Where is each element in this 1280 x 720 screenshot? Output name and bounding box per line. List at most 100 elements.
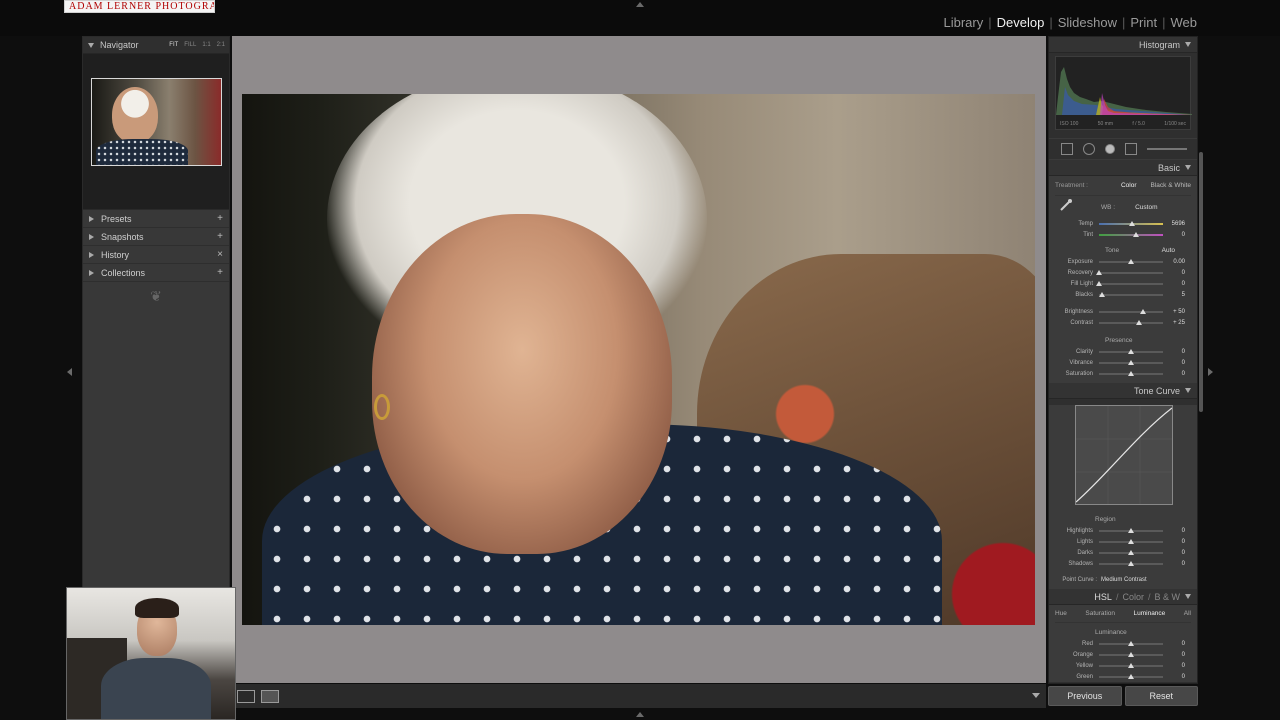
clear-history-button[interactable]: × [217, 249, 223, 260]
treatment-bw-button[interactable]: Black & White [1151, 182, 1191, 189]
eyedropper-icon[interactable] [1059, 198, 1073, 212]
main-photo[interactable] [242, 94, 1035, 625]
graduated-filter-tool-icon[interactable] [1125, 143, 1137, 155]
zoom-fill[interactable]: FILL [184, 42, 196, 48]
collections-section[interactable]: Collections + [83, 264, 229, 282]
module-slideshow[interactable]: Slideshow [1053, 15, 1122, 30]
module-develop[interactable]: Develop [992, 15, 1050, 30]
vibrance-value[interactable]: 0 [1163, 360, 1185, 366]
tab-luminance[interactable]: Luminance [1133, 610, 1165, 617]
vibrance-knob[interactable] [1128, 359, 1134, 365]
fill-light-slider[interactable] [1096, 280, 1163, 286]
clarity-slider[interactable] [1099, 348, 1163, 354]
navigator-thumbnail[interactable] [91, 78, 222, 166]
saturation-knob[interactable] [1128, 370, 1134, 376]
tone-curve-header[interactable]: Tone Curve [1049, 383, 1197, 399]
reset-button[interactable]: Reset [1124, 686, 1198, 706]
collapse-right-arrow-icon[interactable] [1208, 368, 1213, 376]
blacks-slider[interactable] [1099, 291, 1163, 297]
highlights-slider[interactable] [1099, 527, 1163, 533]
lights-slider[interactable] [1099, 538, 1163, 544]
shadows-slider[interactable] [1099, 560, 1163, 566]
collapse-left-arrow-icon[interactable] [67, 368, 72, 376]
shadows-knob[interactable] [1128, 560, 1134, 566]
adjustment-brush-slider-icon[interactable] [1147, 148, 1187, 150]
darks-value[interactable]: 0 [1163, 550, 1185, 556]
navigator-preview[interactable] [83, 54, 229, 210]
saturation-slider[interactable] [1099, 370, 1163, 376]
clarity-knob[interactable] [1128, 348, 1134, 354]
auto-tone-button[interactable]: Auto [1162, 247, 1175, 254]
toolbar-menu-arrow-icon[interactable] [1032, 693, 1040, 698]
bw-title[interactable]: B & W [1154, 592, 1180, 602]
clarity-value[interactable]: 0 [1163, 349, 1185, 355]
collapse-bottom-arrow-icon[interactable] [636, 712, 644, 717]
green-slider[interactable] [1099, 673, 1163, 679]
module-library[interactable]: Library [938, 15, 988, 30]
orange-value[interactable]: 0 [1163, 652, 1185, 658]
spot-removal-tool-icon[interactable] [1083, 143, 1095, 155]
green-value[interactable]: 0 [1163, 674, 1185, 680]
darks-knob[interactable] [1128, 549, 1134, 555]
tone-curve-graph[interactable] [1075, 405, 1173, 505]
collapse-top-arrow-icon[interactable] [636, 2, 644, 7]
blacks-value[interactable]: 5 [1163, 292, 1185, 298]
orange-slider[interactable] [1099, 651, 1163, 657]
add-collection-button[interactable]: + [217, 267, 223, 278]
add-snapshot-button[interactable]: + [217, 231, 223, 242]
navigator-header[interactable]: Navigator FIT FILL 1:1 2:1 [83, 37, 229, 54]
point-curve-dropdown[interactable]: Medium Contrast [1101, 577, 1147, 583]
zoom-1-1[interactable]: 1:1 [202, 42, 210, 48]
brightness-slider[interactable] [1099, 308, 1163, 314]
module-web[interactable]: Web [1166, 15, 1203, 30]
red-slider[interactable] [1099, 640, 1163, 646]
zoom-fit[interactable]: FIT [169, 42, 178, 48]
contrast-value[interactable]: + 25 [1163, 320, 1185, 326]
presets-section[interactable]: Presets + [83, 210, 229, 228]
tab-all[interactable]: All [1184, 610, 1191, 617]
brightness-knob[interactable] [1140, 308, 1147, 314]
previous-button[interactable]: Previous [1048, 686, 1122, 706]
lights-value[interactable]: 0 [1163, 539, 1185, 545]
yellow-knob[interactable] [1128, 662, 1134, 668]
temp-slider[interactable] [1099, 220, 1163, 226]
right-panel-scrollbar[interactable] [1199, 152, 1203, 412]
red-knob[interactable] [1128, 640, 1134, 646]
crop-tool-icon[interactable] [1061, 143, 1073, 155]
shadows-value[interactable]: 0 [1163, 561, 1185, 567]
tab-hue[interactable]: Hue [1055, 610, 1067, 617]
treatment-color-button[interactable]: Color [1121, 182, 1137, 189]
vibrance-slider[interactable] [1099, 359, 1163, 365]
color-title[interactable]: Color [1122, 592, 1144, 602]
basic-header[interactable]: Basic [1049, 160, 1197, 176]
zoom-2-1[interactable]: 2:1 [217, 42, 225, 48]
tint-value[interactable]: 0 [1163, 232, 1185, 238]
histogram-header[interactable]: Histogram [1049, 37, 1197, 53]
snapshots-section[interactable]: Snapshots + [83, 228, 229, 246]
add-preset-button[interactable]: + [217, 213, 223, 224]
recovery-slider[interactable] [1096, 269, 1163, 275]
before-after-view-icon[interactable] [261, 690, 279, 703]
contrast-slider[interactable] [1099, 319, 1163, 325]
exposure-knob[interactable] [1128, 258, 1134, 264]
recovery-knob[interactable] [1096, 269, 1102, 275]
contrast-knob[interactable] [1135, 319, 1142, 325]
exposure-value[interactable]: 0.00 [1163, 259, 1185, 265]
blacks-knob[interactable] [1099, 291, 1106, 297]
exposure-slider[interactable] [1099, 258, 1163, 264]
hsl-header[interactable]: HSL / Color / B & W [1049, 589, 1197, 605]
darks-slider[interactable] [1099, 549, 1163, 555]
tint-knob[interactable] [1133, 231, 1140, 237]
red-value[interactable]: 0 [1163, 641, 1185, 647]
yellow-value[interactable]: 0 [1163, 663, 1185, 669]
temp-value[interactable]: 5696 [1163, 221, 1185, 227]
history-section[interactable]: History × [83, 246, 229, 264]
highlights-value[interactable]: 0 [1163, 528, 1185, 534]
tint-slider[interactable] [1099, 231, 1163, 237]
brightness-value[interactable]: + 50 [1163, 309, 1185, 315]
fill-light-value[interactable]: 0 [1163, 281, 1185, 287]
yellow-slider[interactable] [1099, 662, 1163, 668]
tab-saturation[interactable]: Saturation [1085, 610, 1115, 617]
green-knob[interactable] [1128, 673, 1134, 679]
temp-knob[interactable] [1129, 220, 1136, 226]
